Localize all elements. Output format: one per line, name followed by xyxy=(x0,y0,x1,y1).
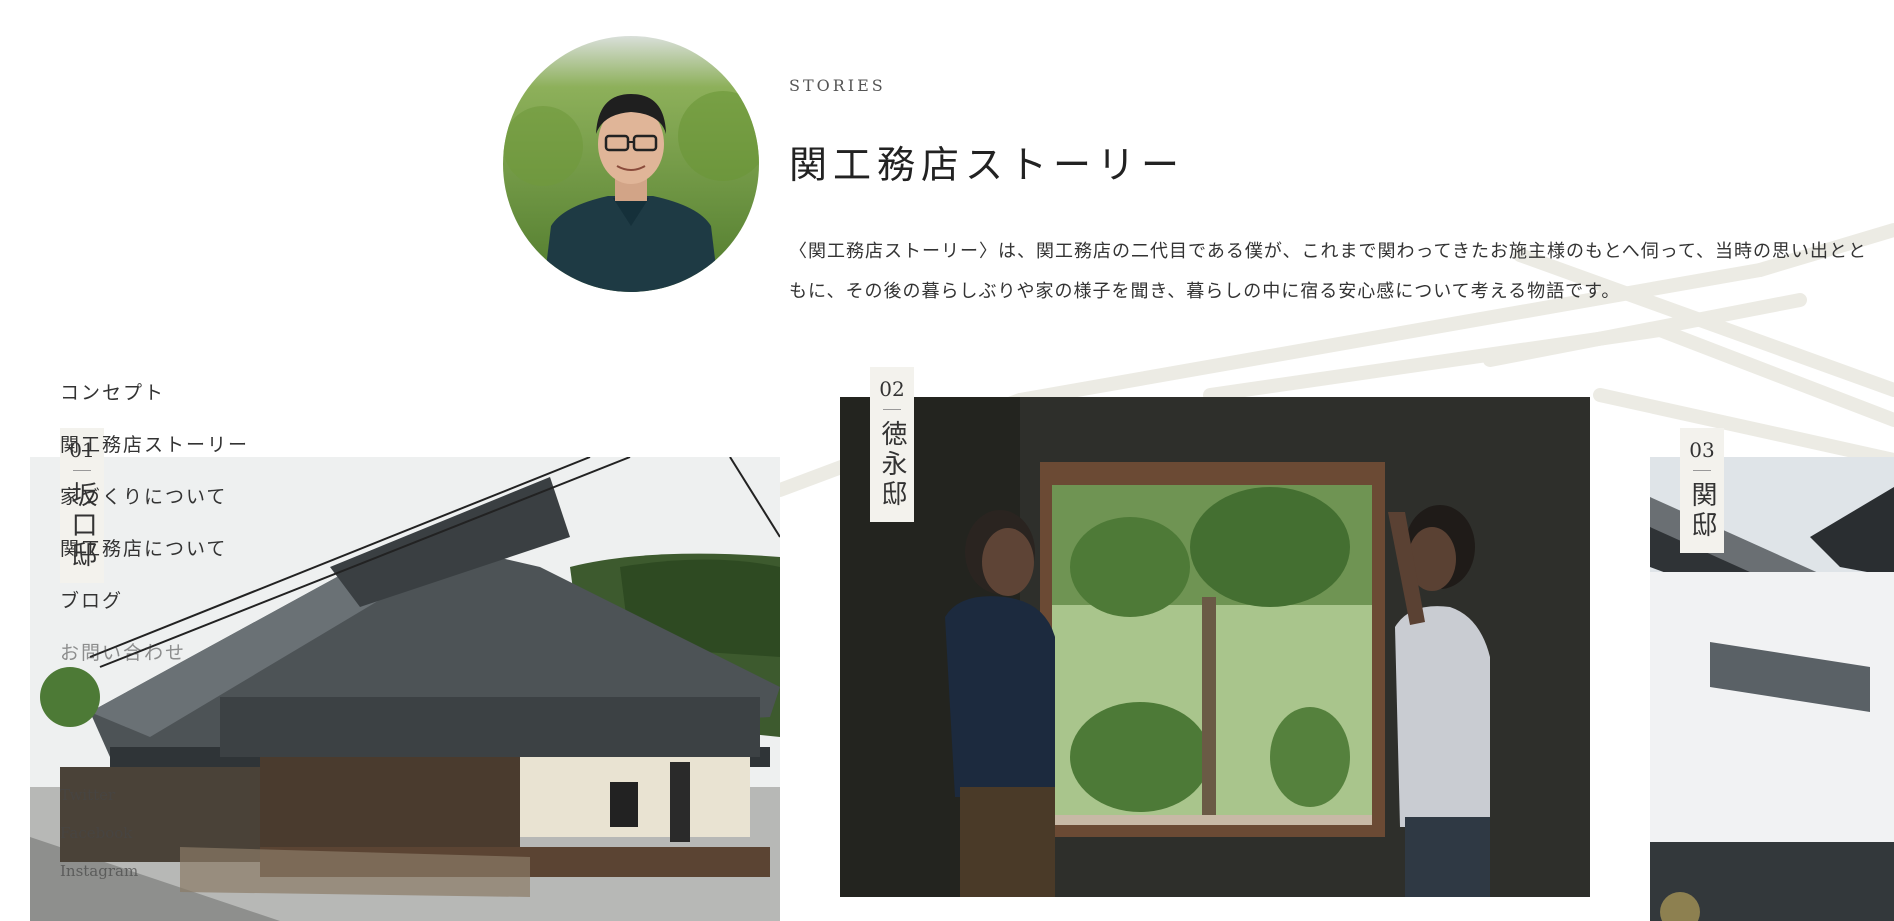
tag-divider xyxy=(883,409,901,410)
two-men-by-window-photo xyxy=(840,397,1590,897)
tag-divider xyxy=(1693,470,1711,471)
portrait-photo xyxy=(503,36,759,292)
story-tag-3: 03 関邸 xyxy=(1680,428,1724,553)
story-number: 03 xyxy=(1689,438,1715,462)
nav-item-stories[interactable]: 関工務店ストーリー xyxy=(60,430,249,457)
social-links: Twitter Facebook Instagram xyxy=(60,786,138,900)
story-tag-2: 02 徳永邸 xyxy=(870,367,914,522)
owner-portrait xyxy=(503,36,759,292)
story-number: 02 xyxy=(879,377,905,401)
story-name: 徳永邸 xyxy=(877,420,907,510)
social-link-twitter[interactable]: Twitter xyxy=(60,786,138,804)
nav-item-about[interactable]: 関工務店について xyxy=(60,534,249,561)
social-link-facebook[interactable]: Facebook xyxy=(60,824,138,842)
intro-text: 〈関工務店ストーリー〉は、関工務店の二代目である僕が、これまで関わってきたお施主… xyxy=(789,241,1867,302)
social-link-instagram[interactable]: Instagram xyxy=(60,862,138,880)
nav-item-contact[interactable]: お問い合わせ xyxy=(60,638,249,665)
page-title: 関工務店ストーリー xyxy=(789,143,1186,187)
story-card-2[interactable] xyxy=(840,397,1590,897)
nav-item-blog[interactable]: ブログ xyxy=(60,586,249,613)
side-navigation: コンセプト 関工務店ストーリー 家づくりについて 関工務店について ブログ お問… xyxy=(60,378,249,690)
section-label: STORIES xyxy=(789,76,886,95)
story-name: 関邸 xyxy=(1687,481,1717,541)
nav-item-concept[interactable]: コンセプト xyxy=(60,378,249,405)
nav-item-house-building[interactable]: 家づくりについて xyxy=(60,482,249,509)
